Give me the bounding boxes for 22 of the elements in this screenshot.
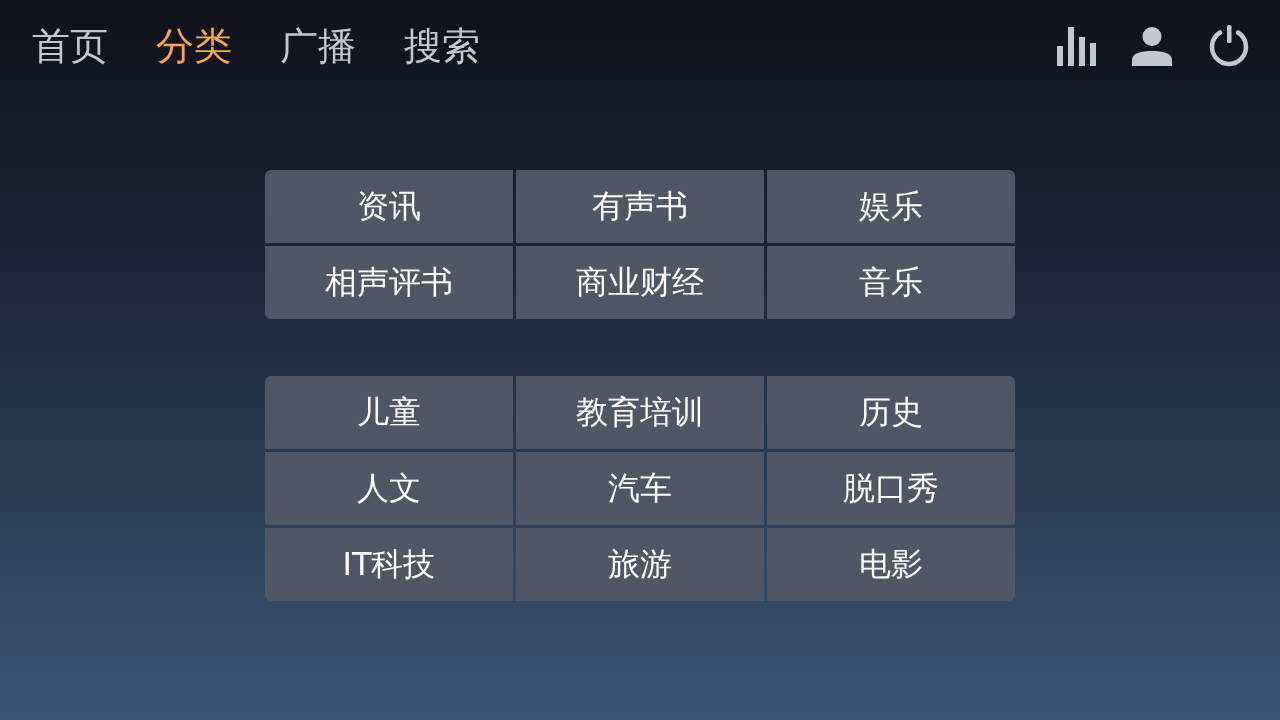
nav-tab[interactable]: 搜索 bbox=[404, 24, 480, 68]
category-tile[interactable]: 相声评书 bbox=[265, 246, 513, 319]
equalizer-bars-icon[interactable] bbox=[1057, 26, 1096, 66]
category-tile[interactable]: 旅游 bbox=[516, 528, 764, 601]
category-tile[interactable]: 娱乐 bbox=[767, 170, 1015, 243]
category-tile[interactable]: 人文 bbox=[265, 452, 513, 525]
category-tile[interactable]: 汽车 bbox=[516, 452, 764, 525]
category-tile[interactable]: 历史 bbox=[767, 376, 1015, 449]
category-tile[interactable]: 有声书 bbox=[516, 170, 764, 243]
category-tile[interactable]: 商业财经 bbox=[516, 246, 764, 319]
nav-tab[interactable]: 首页 bbox=[32, 24, 108, 68]
category-tile[interactable]: IT科技 bbox=[265, 528, 513, 601]
category-tile[interactable]: 音乐 bbox=[767, 246, 1015, 319]
nav-tab[interactable]: 分类 bbox=[156, 24, 232, 68]
category-tile[interactable]: 脱口秀 bbox=[767, 452, 1015, 525]
power-icon[interactable] bbox=[1208, 25, 1250, 67]
user-icon[interactable] bbox=[1132, 26, 1172, 66]
category-tile[interactable]: 儿童 bbox=[265, 376, 513, 449]
nav-tab[interactable]: 广播 bbox=[280, 24, 356, 68]
category-tile[interactable]: 电影 bbox=[767, 528, 1015, 601]
category-tile[interactable]: 教育培训 bbox=[516, 376, 764, 449]
category-tile[interactable]: 资讯 bbox=[265, 170, 513, 243]
